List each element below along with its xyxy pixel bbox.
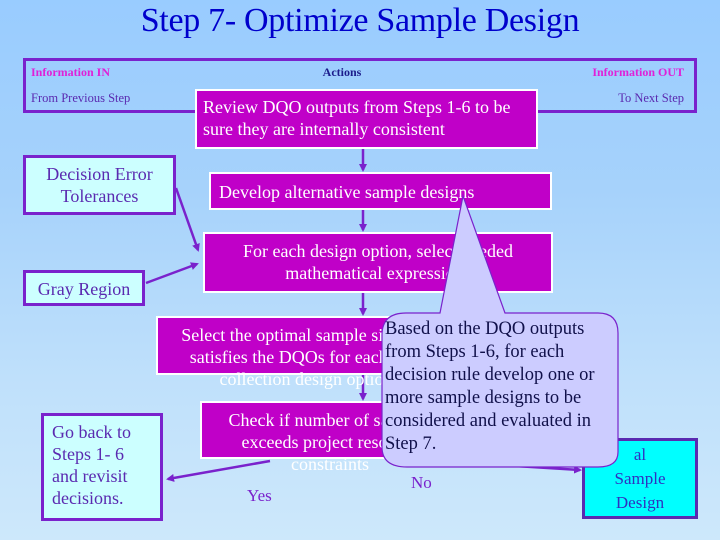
branch-label-no: No (411, 473, 432, 492)
arrow-check-to-goback (166, 459, 271, 482)
callout-text: Based on the DQO outputs from Steps 1-6,… (385, 319, 595, 454)
arrow-gray-region-to-expr (145, 262, 199, 285)
slide-title: Step 7- Optimize Sample Design (140, 2, 580, 39)
from-previous-step-label: From Previous Step (31, 91, 131, 105)
action-review-dqo-outputs: Review DQO outputs from Steps 1-6 to be … (195, 89, 538, 149)
information-in-label: Information IN (31, 65, 111, 79)
arrow-check-to-output (514, 464, 582, 474)
output-line: Sample (614, 469, 666, 488)
go-back-box: Go back to Steps 1- 6 and revisit decisi… (41, 413, 163, 521)
input-decision-error-tolerances: Decision Error Tolerances (23, 155, 176, 215)
to-next-step-label: To Next Step (618, 91, 684, 105)
input-gray-region: Gray Region (23, 270, 145, 306)
action-develop-alternative-designs: Develop alternative sample designs (209, 172, 552, 210)
information-out-label: Information OUT (592, 65, 684, 79)
actions-label: Actions (322, 65, 362, 79)
action-select-math-expressions: For each design option, select needed ma… (203, 232, 553, 293)
output-line: Design (615, 493, 665, 512)
branch-label-yes: Yes (247, 486, 272, 505)
arrow-tolerances-to-expr (174, 187, 200, 252)
